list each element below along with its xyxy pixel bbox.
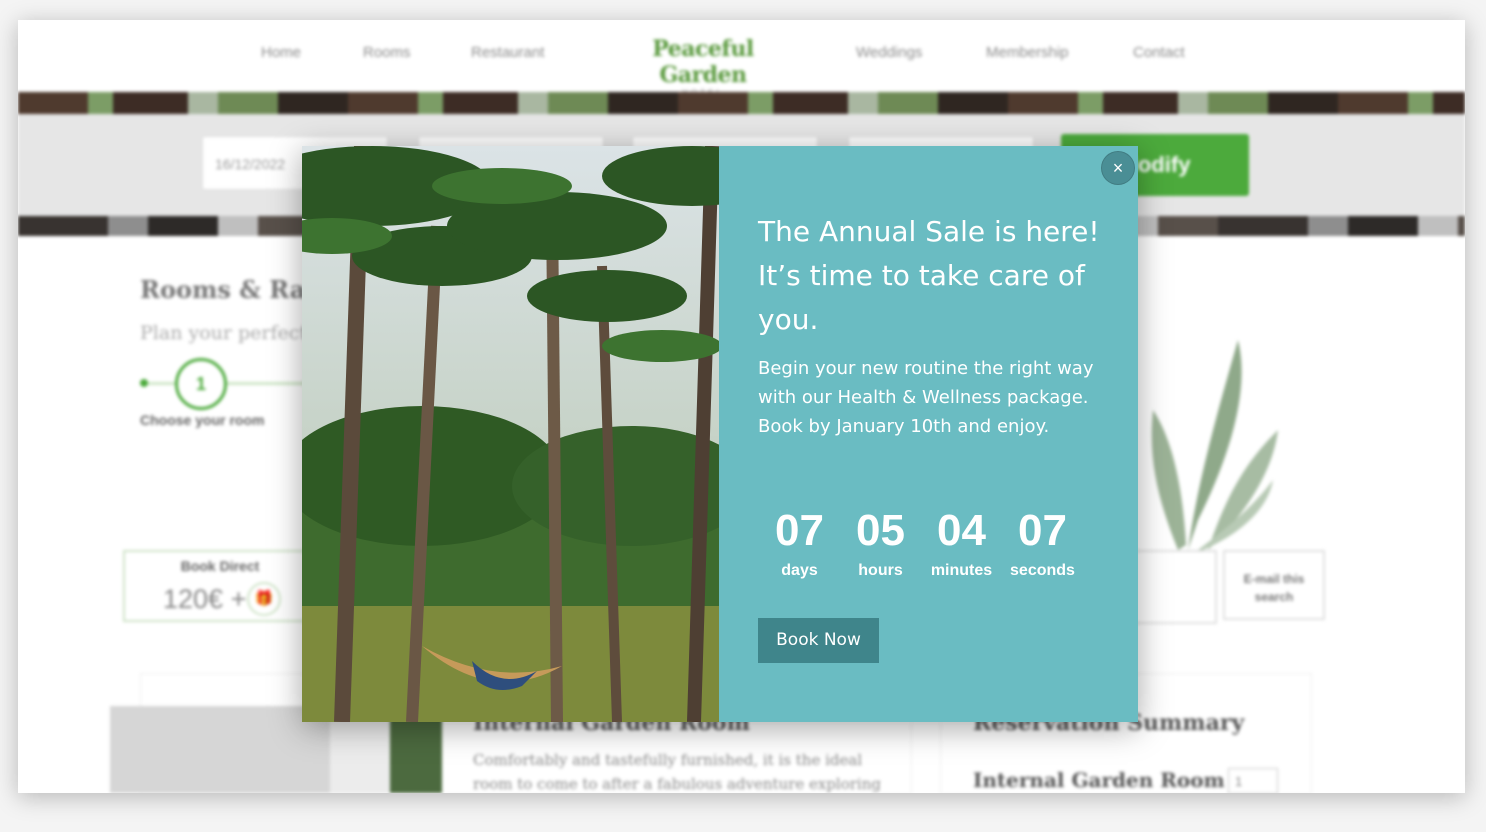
sale-modal: × The Annual Sale is here! It’s time to … (302, 146, 1138, 722)
nav-weddings[interactable]: Weddings (856, 44, 922, 61)
plant-decoration (1151, 340, 1278, 550)
logo-name: Peaceful Garden (652, 36, 754, 88)
sale-body-text: Begin your new routine the right way wit… (758, 358, 1094, 437)
room-description-line1: Comfortably and tastefully furnished, it… (473, 751, 863, 769)
countdown-minutes-value: 04 (937, 506, 986, 555)
summary-room-name: Internal Garden Room (973, 768, 1225, 792)
nav-membership[interactable]: Membership (986, 44, 1069, 61)
step-one-label: Choose your room (140, 412, 265, 428)
countdown-days: 07 days (759, 506, 840, 580)
sale-headline: The Annual Sale is here! It’s time to ta… (758, 215, 1100, 336)
book-now-button[interactable]: Book Now (758, 618, 879, 663)
countdown-days-value: 07 (775, 506, 824, 555)
banner-strip-top (18, 92, 1465, 114)
countdown-minutes: 04 minutes (921, 506, 1002, 580)
countdown-seconds: 07 seconds (1002, 506, 1083, 580)
palm-illustration (302, 146, 719, 722)
progress-start-dot (140, 379, 148, 387)
nav-home[interactable]: Home (261, 44, 301, 61)
countdown-hours: 05 hours (840, 506, 921, 580)
room-description-line2: room to come to after a fabulous adventu… (473, 775, 881, 793)
countdown-timer: 07 days 05 hours 04 minutes 07 seconds (759, 506, 1089, 580)
sale-panel: × The Annual Sale is here! It’s time to … (719, 146, 1138, 722)
book-direct-title: Book Direct (180, 558, 260, 574)
nav-restaurant[interactable]: Restaurant (471, 44, 544, 61)
nav-rooms[interactable]: Rooms (363, 44, 411, 61)
countdown-hours-label: hours (858, 562, 903, 579)
book-direct-price: 120€ + (163, 584, 247, 614)
countdown-seconds-label: seconds (1010, 562, 1075, 579)
step-one-circle: 1 (175, 358, 227, 410)
gift-icon: 🎁 (247, 582, 281, 616)
email-search-button[interactable]: E-mail this search (1223, 550, 1325, 620)
quantity-select[interactable]: 1 (1228, 768, 1278, 793)
countdown-hours-value: 05 (856, 506, 905, 555)
nav-contact[interactable]: Contact (1133, 44, 1185, 61)
countdown-seconds-value: 07 (1018, 506, 1067, 555)
top-navigation: Home Rooms Restaurant Peaceful Garden HO… (18, 20, 1465, 97)
browser-window: Home Rooms Restaurant Peaceful Garden HO… (18, 20, 1465, 793)
countdown-days-label: days (781, 562, 818, 579)
close-icon[interactable]: × (1101, 151, 1135, 185)
palm-hammock-photo (302, 146, 719, 722)
countdown-minutes-label: minutes (930, 562, 993, 579)
hotel-logo[interactable]: Peaceful Garden HOTEL (608, 36, 798, 97)
book-direct-box[interactable]: Book Direct 120€ + 🎁 (123, 550, 323, 622)
